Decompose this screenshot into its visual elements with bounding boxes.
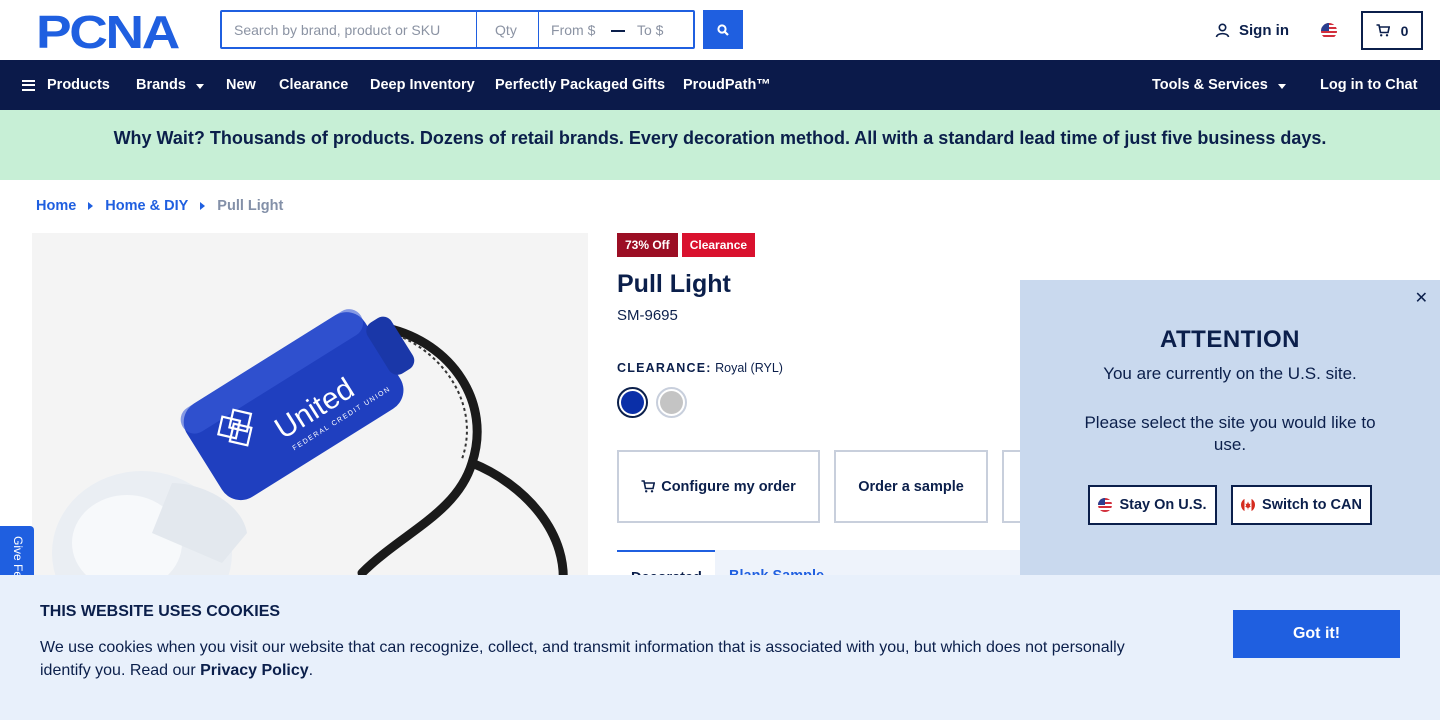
menu-icon (22, 79, 35, 91)
breadcrumb-current: Pull Light (217, 198, 284, 214)
product-sku: SM-9695 (617, 307, 678, 324)
nav-new-label: New (226, 77, 256, 93)
product-badges: 73% Off Clearance (617, 233, 759, 257)
price-from-input[interactable] (539, 12, 610, 47)
search-icon (717, 23, 729, 36)
search-input[interactable] (222, 12, 478, 47)
configure-order-label: Configure my order (661, 478, 796, 495)
nav-products[interactable]: Products (22, 60, 110, 110)
breadcrumb-category[interactable]: Home & DIY (105, 198, 188, 214)
pull-light-illustration: United FEDERAL CREDIT UNION (52, 309, 568, 583)
stay-us-button[interactable]: Stay On U.S. (1088, 485, 1217, 525)
sign-in-label: Sign in (1239, 22, 1289, 39)
product-image[interactable]: United FEDERAL CREDIT UNION (32, 233, 588, 583)
swatch-gray[interactable] (656, 387, 687, 418)
chevron-down-icon (1277, 83, 1286, 89)
dialog-title: ATTENTION (1159, 326, 1301, 353)
color-label-value: Royal (RYL) (715, 361, 783, 375)
promo-banner: Why Wait? Thousands of products. Dozens … (0, 110, 1440, 180)
nav-deep-inventory[interactable]: Deep Inventory (370, 60, 475, 110)
nav-proudpath-label: ProudPath™ (683, 77, 771, 93)
pcna-logo[interactable]: PCNA (36, 12, 184, 50)
breadcrumb-arrow-icon (88, 202, 94, 210)
cart-button[interactable]: 0 (1361, 11, 1423, 50)
swatch-gray-color (660, 391, 683, 414)
configure-order-button[interactable]: Configure my order (617, 450, 820, 523)
color-label-prefix: CLEARANCE: (617, 361, 712, 375)
main-nav: Products Brands New Clearance Deep Inven… (0, 60, 1440, 110)
search-form (220, 10, 695, 49)
nav-gifts-label: Perfectly Packaged Gifts (495, 77, 666, 93)
nav-deep-inventory-label: Deep Inventory (370, 77, 475, 93)
privacy-policy-link[interactable]: Privacy Policy (200, 662, 309, 679)
us-flag-icon (1098, 498, 1113, 512)
clearance-badge: Clearance (681, 233, 756, 257)
dialog-line-2: Please select the site you would like to… (1084, 413, 1376, 454)
breadcrumb-home[interactable]: Home (36, 198, 76, 214)
nav-clearance-label: Clearance (279, 77, 349, 93)
order-sample-button[interactable]: Order a sample (834, 450, 988, 523)
swatch-royal[interactable] (617, 387, 648, 418)
nav-tools-services[interactable]: Tools & Services (1152, 60, 1286, 110)
cart-count: 0 (1400, 22, 1409, 39)
cookie-text: We use cookies when you visit our websit… (40, 636, 1150, 682)
product-title: Pull Light (617, 270, 731, 298)
sign-in-link[interactable]: Sign in (1215, 22, 1289, 39)
nav-brands-label: Brands (136, 77, 186, 93)
cookie-banner: THIS WEBSITE USES COOKIES We use cookies… (0, 575, 1440, 720)
cart-icon (641, 480, 656, 493)
qty-input[interactable] (477, 12, 540, 47)
nav-chat-label: Log in to Chat (1320, 77, 1418, 93)
breadcrumb: Home Home & DIY Pull Light (36, 198, 283, 214)
canada-flag-icon (1241, 498, 1256, 512)
nav-clearance[interactable]: Clearance (279, 60, 348, 110)
swatch-royal-color (621, 391, 644, 414)
region-selector-dialog: ✕ ATTENTION You are currently on the U.S… (1020, 280, 1440, 580)
promo-banner-text: Why Wait? Thousands of products. Dozens … (113, 127, 1327, 148)
accept-cookies-button[interactable]: Got it! (1233, 610, 1400, 658)
switch-can-label: Switch to CAN (1262, 497, 1362, 513)
dialog-line-1: You are currently on the U.S. site. (1103, 364, 1357, 383)
cart-icon (1376, 24, 1390, 37)
price-range-dash (611, 30, 625, 32)
nav-gifts[interactable]: Perfectly Packaged Gifts (495, 60, 665, 110)
nav-tools-label: Tools & Services (1152, 77, 1268, 93)
order-sample-label: Order a sample (858, 478, 964, 495)
logo-text: PCNA (36, 12, 179, 50)
user-icon (1215, 23, 1230, 38)
breadcrumb-arrow-icon (200, 202, 206, 210)
nav-new[interactable]: New (226, 60, 256, 110)
nav-chat-login[interactable]: Log in to Chat (1320, 60, 1417, 110)
nav-proudpath[interactable]: ProudPath™ (683, 60, 771, 110)
nav-products-label: Products (47, 77, 110, 93)
chevron-down-icon (195, 83, 204, 89)
close-icon[interactable]: ✕ (1415, 288, 1428, 308)
cookie-period: . (308, 662, 314, 679)
site-header: PCNA Sign in (0, 0, 1440, 60)
nav-brands[interactable]: Brands (136, 60, 204, 110)
cookie-title: THIS WEBSITE USES COOKIES (40, 603, 281, 620)
stay-us-label: Stay On U.S. (1119, 497, 1207, 513)
discount-badge: 73% Off (617, 233, 678, 257)
us-flag-icon[interactable] (1321, 23, 1337, 39)
search-button[interactable] (703, 10, 743, 49)
switch-can-button[interactable]: Switch to CAN (1231, 485, 1372, 525)
price-to-input[interactable] (633, 12, 693, 47)
color-selection-label: CLEARANCE: Royal (RYL) (617, 361, 783, 375)
